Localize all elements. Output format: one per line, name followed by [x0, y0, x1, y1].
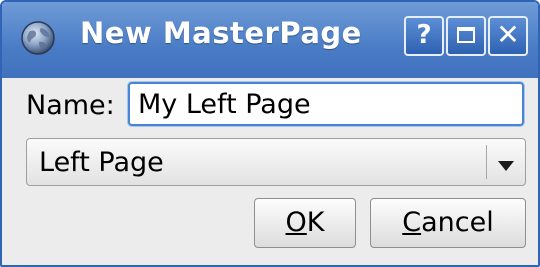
ok-label-rest: K [306, 207, 325, 238]
chevron-down-icon[interactable] [497, 157, 515, 171]
close-button[interactable]: ✕ [488, 16, 528, 56]
cancel-button[interactable]: Cancel [370, 198, 526, 248]
globe-icon[interactable] [20, 20, 56, 56]
title-bar[interactable]: New MasterPage ? ✕ [2, 2, 538, 78]
page-type-select[interactable]: Left Page [26, 138, 526, 186]
help-button[interactable]: ? [404, 16, 444, 56]
ok-mnemonic: O [285, 207, 307, 238]
name-label: Name: [26, 90, 115, 121]
ok-button[interactable]: OK [254, 198, 356, 248]
select-divider [486, 145, 487, 179]
dialog-title: New MasterPage [80, 16, 362, 50]
maximize-button[interactable] [446, 16, 486, 56]
new-masterpage-dialog: New MasterPage ? ✕ Name: Left Page OK Ca… [0, 0, 540, 267]
cancel-mnemonic: C [402, 207, 422, 238]
maximize-icon [457, 27, 475, 43]
page-type-value: Left Page [39, 147, 164, 178]
name-input[interactable] [128, 82, 524, 126]
cancel-label-rest: ancel [421, 207, 494, 238]
